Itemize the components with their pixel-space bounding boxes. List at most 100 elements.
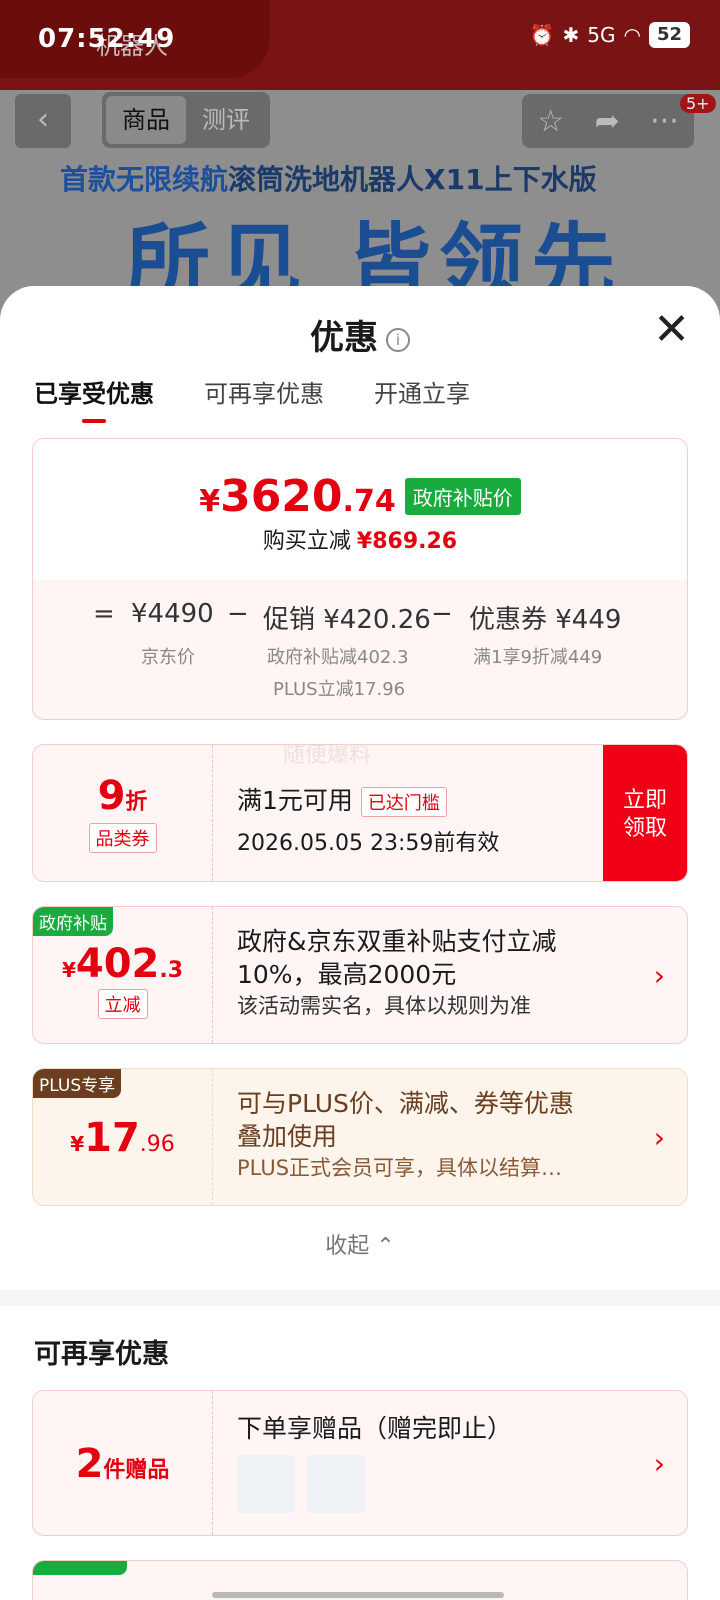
price-integer: 3620	[220, 471, 343, 522]
category-coupon-card: 9折 品类券 满1元可用 已达门槛 2026.05.05 23:59前有效 立即…	[32, 744, 688, 882]
message-badge: 5+	[680, 94, 716, 113]
coupon-value-block: 9折 品类券	[33, 745, 213, 881]
coupon-type-tag: 品类券	[88, 823, 157, 853]
home-indicator[interactable]	[212, 1592, 504, 1598]
tab-enjoyed[interactable]: 已享受优惠	[34, 374, 154, 423]
gov-subsidy-tag: 政府补贴价	[404, 478, 521, 515]
promo-amount: 促销 ¥420.26	[263, 605, 431, 635]
sheet-title-text: 优惠	[310, 318, 378, 358]
plus-exclusive-card[interactable]: PLUS专享 ¥17.96 可与PLUS价、满减、券等优惠 叠加使用 PLUS正…	[32, 1068, 688, 1206]
banner-subtitle: 首款无限续航滚筒洗地机器人X11上下水版	[60, 158, 597, 198]
final-price-value: ¥3620.74	[199, 471, 396, 522]
plus-decimal: .96	[139, 1132, 175, 1157]
gift-thumbnail-1[interactable]	[237, 1455, 295, 1513]
subsidy-value-block: ¥402.3 立减	[33, 907, 213, 1043]
promo-detail-gov: 政府补贴减402.3	[267, 647, 409, 668]
battery-icon: 52	[648, 22, 690, 48]
minus-sign-1: −	[227, 599, 249, 629]
back-button[interactable]: ‹	[15, 94, 71, 148]
plus-amount: ¥17.96	[33, 1115, 212, 1161]
gift-title: 下单享赠品（赠完即止）	[237, 1414, 513, 1443]
subsidy-currency: ¥	[61, 958, 76, 982]
collapse-label: 收起	[325, 1234, 370, 1259]
gov-subsidy-card[interactable]: 政府补贴 ¥402.3 立减 政府&京东双重补贴支付立减 10%，最高2000元…	[32, 906, 688, 1044]
plus-info: 可与PLUS价、满减、券等优惠 叠加使用 PLUS正式会员可享，具体以结算…	[237, 1069, 637, 1205]
final-price: ¥3620.74 政府补贴价	[33, 471, 687, 522]
gift-thumbnail-2[interactable]	[307, 1455, 365, 1513]
next-card-corner-tag	[33, 1561, 127, 1575]
claim-coupon-button[interactable]: 立即 领取	[603, 745, 687, 881]
star-icon[interactable]: ☆	[537, 104, 564, 139]
subsidy-amount: ¥402.3	[33, 941, 212, 987]
gift-unit: 件赠品	[103, 1458, 170, 1483]
subsidy-desc-2: 10%，最高2000元	[237, 960, 457, 989]
subsidy-info: 政府&京东双重补贴支付立减 10%，最高2000元 该活动需实名，具体以规则为准	[237, 907, 637, 1043]
gift-count: 2件赠品	[33, 1441, 212, 1487]
subsidy-decimal: .3	[159, 958, 184, 983]
status-time: 07:52:49	[38, 24, 176, 54]
chevron-left-icon: ‹	[37, 102, 49, 137]
gift-info: 下单享赠品（赠完即止）	[237, 1391, 637, 1535]
plus-value-block: ¥17.96	[33, 1069, 213, 1205]
coupon-condition-text: 满1元可用	[237, 786, 353, 815]
discount-tabs: 已享受优惠 可再享优惠 开通立享	[34, 374, 470, 423]
gift-card[interactable]: 2件赠品 下单享赠品（赠完即止） ›	[32, 1390, 688, 1536]
more-icon[interactable]: ···	[650, 104, 679, 139]
segment-product[interactable]: 商品	[106, 96, 186, 144]
status-icons: ⏰ ✱ 5G ◠ 52	[530, 22, 690, 48]
jd-price-label: 京东价	[141, 647, 195, 668]
promo-detail-plus: PLUS立减17.96	[273, 679, 406, 700]
signal-icon: 5G	[587, 23, 616, 47]
subsidy-note: 该活动需实名，具体以规则为准	[237, 994, 531, 1018]
chevron-right-icon: ›	[653, 959, 665, 992]
coupon-amount: 优惠券 ¥449	[469, 605, 622, 635]
price-summary-card: ¥3620.74 政府补贴价 购买立减 ¥869.26 = ¥4490 京东价 −…	[32, 438, 688, 720]
share-icon[interactable]: ➦	[595, 104, 620, 139]
plus-currency: ¥	[70, 1132, 85, 1156]
jd-price: ¥4490	[131, 599, 214, 629]
tab-more[interactable]: 可再享优惠	[204, 374, 324, 409]
plus-integer: 17	[84, 1115, 140, 1161]
chevron-up-icon: ⌃	[376, 1234, 395, 1259]
background-page: 机器人 07:52:49 ⏰ ✱ 5G ◠ 52 ‹ 商品 测评 ☆ ➦ ···…	[0, 0, 720, 330]
discount-sheet: 优惠 i ✕ 已享受优惠 可再享优惠 开通立享 ¥3620.74 政府补贴价 购买…	[0, 286, 720, 1600]
claim-label-1: 立即	[622, 788, 667, 813]
price-decimal: .74	[342, 484, 396, 519]
reduction-value: ¥869.26	[356, 529, 458, 554]
subsidy-integer: 402	[75, 941, 160, 987]
bluetooth-icon: ✱	[562, 23, 580, 47]
discount-unit: 折	[125, 790, 148, 815]
section-divider	[0, 1290, 720, 1306]
subsidy-desc-1: 政府&京东双重补贴支付立减	[237, 927, 557, 956]
reduction-label: 购买立减	[262, 529, 351, 554]
plus-note: PLUS正式会员可享，具体以结算…	[237, 1156, 563, 1180]
watermark: 随便爆料	[283, 744, 372, 768]
wifi-icon: ◠	[623, 23, 641, 47]
product-segment-control: 商品 测评	[102, 92, 270, 148]
coupon-condition: 满1元可用 已达门槛	[237, 781, 603, 817]
tab-open[interactable]: 开通立享	[374, 374, 470, 409]
subsidy-type-tag: 立减	[97, 989, 148, 1019]
info-icon[interactable]: i	[386, 327, 410, 352]
top-right-actions: ☆ ➦ ···	[522, 94, 694, 148]
plus-desc-2: 叠加使用	[237, 1122, 338, 1151]
gift-count-block: 2件赠品	[33, 1391, 213, 1535]
gift-number: 2	[75, 1441, 104, 1487]
plus-desc-1: 可与PLUS价、满减、券等优惠	[237, 1089, 574, 1118]
sheet-title: 优惠 i	[0, 310, 720, 359]
discount-number: 9	[97, 773, 126, 819]
equals-sign: =	[93, 599, 115, 629]
coupon-expiry: 2026.05.05 23:59前有效	[237, 831, 500, 856]
collapse-button[interactable]: 收起 ⌃	[0, 1228, 720, 1260]
coupon-discount: 9折	[33, 773, 212, 819]
claim-label-2: 领取	[622, 816, 667, 841]
chevron-right-icon: ›	[653, 1121, 665, 1154]
close-icon[interactable]: ✕	[653, 308, 690, 352]
alarm-icon: ⏰	[529, 23, 555, 47]
banner-product: 滚筒洗地机器人X11上下水版	[228, 163, 597, 196]
minus-sign-2: −	[431, 599, 453, 629]
purchase-reduction: 购买立减 ¥869.26	[33, 523, 687, 555]
more-discounts-title: 可再享优惠	[34, 1339, 169, 1370]
segment-review[interactable]: 测评	[186, 96, 266, 144]
banner-highlight: 首款无限续航	[60, 163, 229, 196]
